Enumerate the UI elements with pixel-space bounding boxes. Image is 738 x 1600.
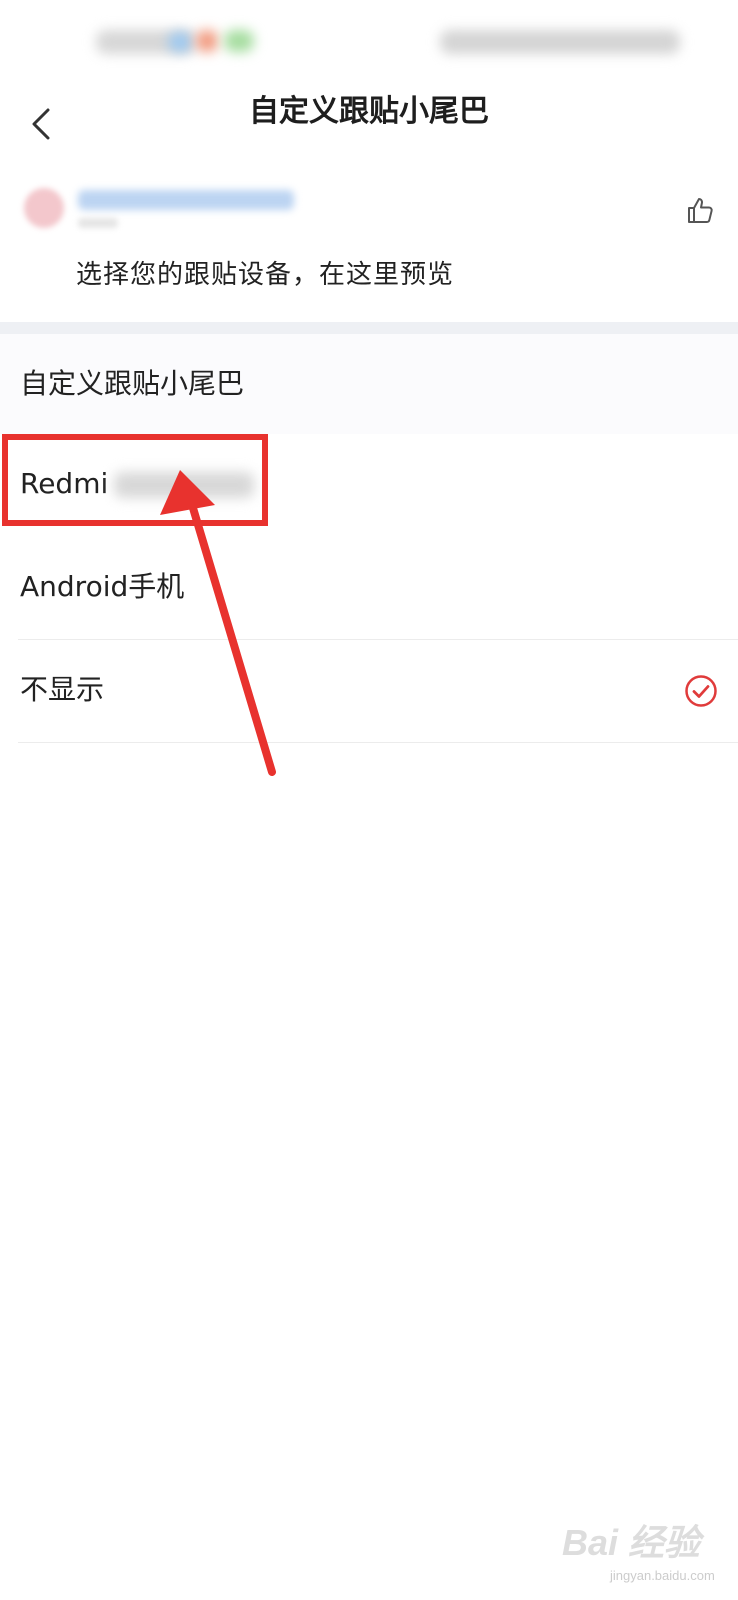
option-label: 自定义跟贴小尾巴 (20, 367, 245, 400)
thumbs-up-icon (688, 198, 713, 223)
device-option-list: 自定义跟贴小尾巴 Redmi Android手机 不显示 (0, 334, 738, 743)
highlight-box (2, 434, 268, 526)
preview-card: 选择您的跟贴设备，在这里预览 (0, 170, 738, 322)
section-divider (0, 322, 738, 334)
username-redacted (78, 190, 294, 210)
watermark-logo: Bai 经验 jingyan.baidu.com (548, 1510, 718, 1590)
status-bar (0, 0, 738, 80)
check-circle-icon (685, 675, 717, 707)
option-label: 不显示 (20, 673, 105, 706)
divider (18, 742, 738, 743)
preview-text: 选择您的跟贴设备，在这里预览 (76, 260, 455, 290)
watermark-brand: Bai 经验 (562, 1522, 701, 1563)
option-custom-tail[interactable]: 自定义跟贴小尾巴 (0, 334, 738, 434)
meta-redacted (78, 218, 118, 228)
page-title: 自定义跟贴小尾巴 (249, 94, 489, 129)
option-hide[interactable]: 不显示 (0, 640, 738, 743)
chevron-left-icon (32, 108, 50, 140)
page: 自定义跟贴小尾巴 选择您的跟贴设备，在这里预览 自定义跟贴小尾巴 Redmi A… (0, 0, 738, 1600)
nav-bar: 自定义跟贴小尾巴 (0, 80, 738, 170)
avatar (24, 188, 64, 228)
option-android-phone[interactable]: Android手机 (0, 537, 738, 640)
like-button[interactable] (684, 194, 716, 226)
watermark-url: jingyan.baidu.com (610, 1568, 715, 1583)
option-label: Android手机 (20, 570, 185, 603)
back-button[interactable] (22, 94, 62, 154)
